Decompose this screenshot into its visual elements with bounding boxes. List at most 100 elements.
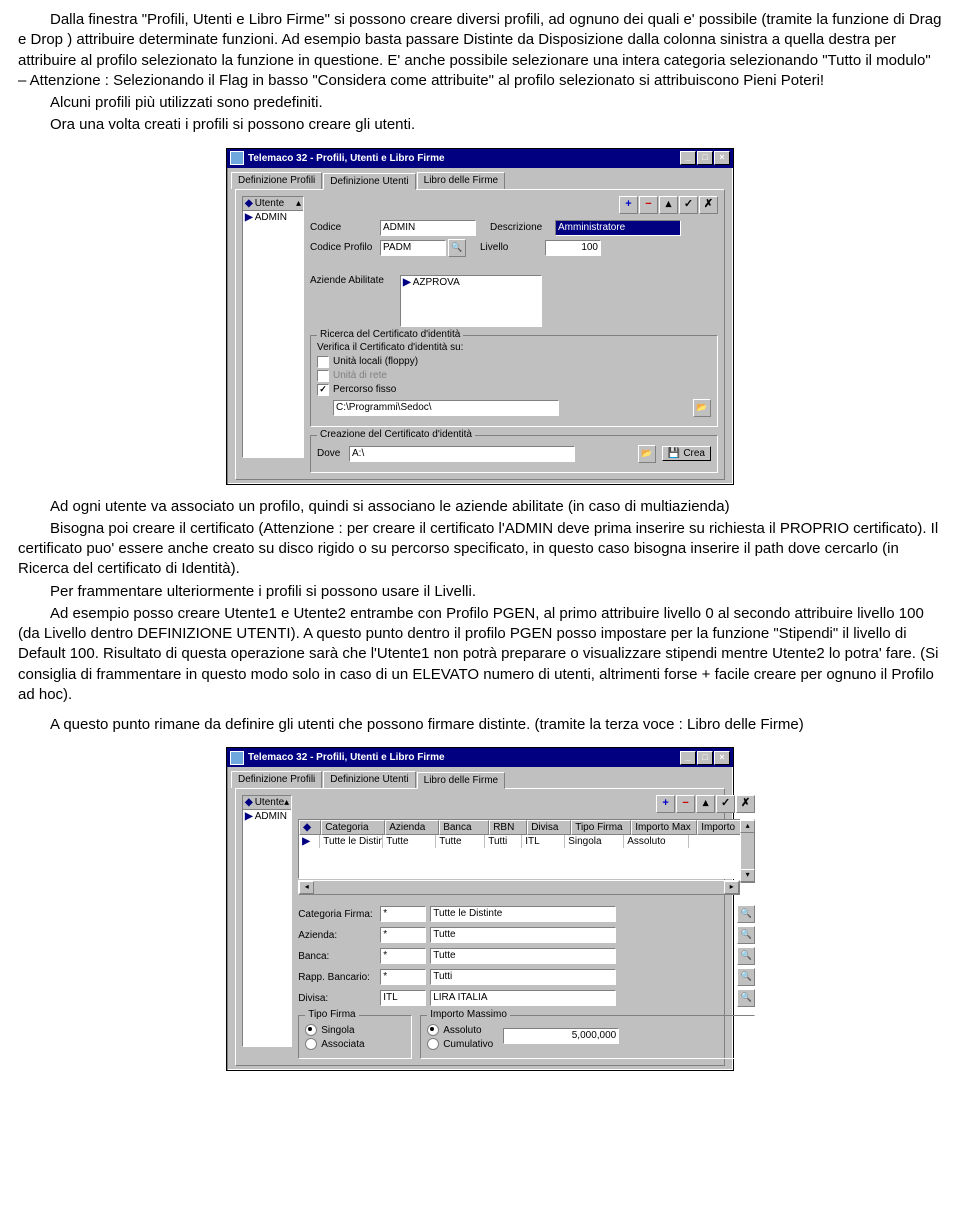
col-azienda[interactable]: Azienda [385, 820, 439, 835]
percorso-input[interactable]: C:\Programmi\Sedoc\ [333, 400, 559, 416]
mid-paragraph-4: Ad esempio posso creare Utente1 e Utente… [18, 604, 942, 705]
tab-strip-2: Definizione Profili Definizione Utenti L… [231, 771, 729, 788]
dove-label: Dove [317, 448, 349, 459]
radio-cumulativo[interactable] [427, 1038, 439, 1050]
livello-input[interactable]: 100 [545, 240, 601, 256]
codice-input[interactable]: ADMIN [380, 220, 476, 236]
lookup-catfirma-icon[interactable]: 🔍 [737, 905, 755, 923]
tab-libro-firme[interactable]: Libro delle Firme [417, 172, 505, 189]
scroll-up-icon-2[interactable]: ▴ [284, 797, 289, 808]
browse-percorso-icon[interactable]: 📂 [693, 399, 711, 417]
importo-max-group: Importo Massimo Assoluto Cumulativo 5,00… [420, 1015, 755, 1059]
tab2-definizione-profili[interactable]: Definizione Profili [231, 771, 322, 788]
mid-paragraph-3: Per frammentare ulteriormente i profili … [18, 582, 942, 602]
aziende-label: Aziende Abilitate [310, 275, 400, 286]
col-tipofirma[interactable]: Tipo Firma [571, 820, 631, 835]
radio-singola[interactable] [305, 1024, 317, 1036]
col-divisa[interactable]: Divisa [527, 820, 571, 835]
chk-floppy[interactable] [317, 356, 329, 368]
v-scrollbar[interactable]: ▴ ▾ [740, 819, 755, 883]
scroll-down-btn[interactable]: ▾ [740, 869, 755, 882]
dove-input[interactable]: A:\ [349, 446, 575, 462]
scroll-right-icon[interactable]: ▸ [724, 881, 739, 894]
catfirma-input[interactable]: * [380, 906, 426, 922]
banca-desc: Tutte [430, 948, 616, 964]
banca-input[interactable]: * [380, 948, 426, 964]
col-rbn[interactable]: RBN [489, 820, 527, 835]
rapp-input[interactable]: * [380, 969, 426, 985]
ricerca-group-title: Ricerca del Certificato d'identità [317, 329, 463, 340]
user-list[interactable]: ◆Utente▴ ▶ADMIN [242, 196, 304, 458]
aziende-list[interactable]: ▶AZPROVA [400, 275, 542, 327]
descrizione-input[interactable]: Amministratore [555, 220, 681, 236]
catfirma-label: Categoria Firma: [298, 909, 380, 920]
crea-button[interactable]: 💾Crea [662, 446, 711, 461]
codice-profilo-label: Codice Profilo [310, 242, 380, 253]
importo-max-title: Importo Massimo [427, 1009, 510, 1020]
browse-dove-icon[interactable]: 📂 [638, 445, 656, 463]
chk-percorso[interactable]: ✓ [317, 384, 329, 396]
table-row[interactable]: ▶ Tutte le Distin Tutte Tutte Tutti ITL … [299, 835, 741, 848]
scroll-up-icon[interactable]: ▴ [296, 198, 301, 209]
add-button-2[interactable]: + [656, 795, 675, 813]
col-banca[interactable]: Banca [439, 820, 489, 835]
cancel-button-2[interactable]: ✗ [736, 795, 755, 813]
radio-cumulativo-label: Cumulativo [443, 1039, 493, 1050]
tab-definizione-utenti[interactable]: Definizione Utenti [323, 173, 415, 190]
radio-associata[interactable] [305, 1038, 317, 1050]
list-item-admin[interactable]: ADMIN [255, 212, 287, 223]
firme-table[interactable]: ◆ Categoria Azienda Banca RBN Divisa Tip… [298, 819, 742, 879]
minimize-button-2[interactable]: _ [680, 751, 696, 765]
window-title-2: Telemaco 32 - Profili, Utenti e Libro Fi… [248, 752, 679, 763]
edit-button-2[interactable]: ▴ [696, 795, 715, 813]
radio-singola-label: Singola [321, 1025, 354, 1036]
delete-button-2[interactable]: − [676, 795, 695, 813]
tab2-libro-firme[interactable]: Libro delle Firme [417, 772, 505, 789]
cell-azienda: Tutte [383, 835, 436, 848]
maximize-button-2[interactable]: □ [697, 751, 713, 765]
chk-floppy-label: Unità locali (floppy) [333, 356, 418, 367]
col-importo[interactable]: Importo [697, 820, 741, 835]
scroll-left-icon[interactable]: ◂ [299, 881, 314, 894]
chk-rete[interactable] [317, 370, 329, 382]
confirm-button-2[interactable]: ✓ [716, 795, 735, 813]
lookup-rapp-icon[interactable]: 🔍 [737, 968, 755, 986]
radio-assoluto[interactable] [427, 1024, 439, 1036]
app-window-firme: Telemaco 32 - Profili, Utenti e Libro Fi… [226, 747, 734, 1071]
azienda-input[interactable]: * [380, 927, 426, 943]
azienda-label: Azienda: [298, 930, 380, 941]
rapp-label: Rapp. Bancario: [298, 972, 380, 983]
title-bar: Telemaco 32 - Profili, Utenti e Libro Fi… [227, 149, 733, 168]
tab-definizione-profili[interactable]: Definizione Profili [231, 172, 322, 189]
lookup-azienda-icon[interactable]: 🔍 [737, 926, 755, 944]
col-impmax[interactable]: Importo Max [631, 820, 697, 835]
intro-paragraph: Dalla finestra "Profili, Utenti e Libro … [18, 10, 942, 91]
col-categoria[interactable]: Categoria [321, 820, 385, 835]
edit-button[interactable]: ▴ [659, 196, 678, 214]
close-button[interactable]: × [714, 151, 730, 165]
tab2-definizione-utenti[interactable]: Definizione Utenti [323, 771, 415, 788]
app-window-utenti: Telemaco 32 - Profili, Utenti e Libro Fi… [226, 148, 734, 485]
h-scrollbar[interactable]: ◂ ▸ [298, 880, 740, 895]
list-header: Utente [255, 198, 284, 209]
divisa-input[interactable]: ITL [380, 990, 426, 1006]
close-button-2[interactable]: × [714, 751, 730, 765]
list-item-admin-2[interactable]: ADMIN [255, 811, 287, 822]
cell-banca: Tutte [436, 835, 485, 848]
minimize-button[interactable]: _ [680, 151, 696, 165]
add-button[interactable]: + [619, 196, 638, 214]
codice-profilo-input[interactable]: PADM [380, 240, 446, 256]
lookup-banca-icon[interactable]: 🔍 [737, 947, 755, 965]
scroll-up-btn[interactable]: ▴ [740, 820, 755, 833]
radio-associata-label: Associata [321, 1039, 364, 1050]
importo-input[interactable]: 5,000,000 [503, 1028, 619, 1044]
user-list-2[interactable]: ◆Utente▴ ▶ADMIN [242, 795, 292, 1047]
confirm-button[interactable]: ✓ [679, 196, 698, 214]
lookup-profilo-icon[interactable]: 🔍 [448, 239, 466, 257]
creazione-certificato-group: Creazione del Certificato d'identità Dov… [310, 435, 718, 473]
maximize-button[interactable]: □ [697, 151, 713, 165]
cancel-button[interactable]: ✗ [699, 196, 718, 214]
verifica-label: Verifica il Certificato d'identità su: [317, 342, 711, 353]
lookup-divisa-icon[interactable]: 🔍 [737, 989, 755, 1007]
delete-button[interactable]: − [639, 196, 658, 214]
